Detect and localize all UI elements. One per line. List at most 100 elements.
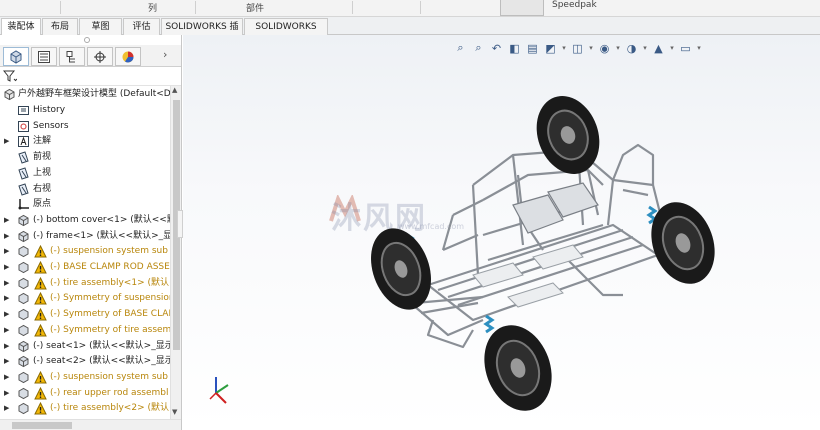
part-icon [18,356,29,368]
ribbon-speedpak-label[interactable]: Speedpak [552,0,597,14]
dimxpert-icon[interactable] [87,47,113,66]
tab-sketch[interactable]: 草图 [79,18,122,35]
expand-arrow-icon[interactable]: ▶ [4,291,9,306]
expand-arrow-icon[interactable]: ▶ [4,134,9,149]
filter-icon[interactable] [3,70,17,82]
subassembly-icon [18,277,29,289]
feature-manager-icon[interactable] [3,47,29,66]
tree-item-label: (-) frame<1> (默认<<默认>_显示 [33,230,170,241]
assembly-icon [4,88,15,101]
part-icon [18,214,29,226]
feature-manager-panel: › 户外越野车框架设计模型 (Default<De History Sensors… [0,35,182,430]
warning-icon [34,245,47,258]
ribbon-separator [352,1,353,14]
tree-item-label: (-) tire assembly<2> (默认< [50,403,170,414]
ribbon-partial-label[interactable]: 列 [148,1,157,15]
subassembly-icon [18,261,29,274]
expand-arrow-icon[interactable]: ▶ [4,386,9,401]
warning-icon [34,276,47,290]
plane-icon [18,151,29,164]
panel-tab-bar: › [0,45,181,67]
tree-item-label: (-) rear upper rod assembl [50,387,169,398]
expand-arrow-icon[interactable]: ▶ [4,229,9,244]
warning-icon [34,402,47,415]
expand-arrow-icon[interactable]: ▶ [4,401,9,416]
expand-arrow-icon[interactable]: ▶ [4,323,9,338]
tree-item-label: 注解 [33,136,52,147]
annotations-icon [18,136,29,148]
tab-assembly[interactable]: 装配体 [1,18,41,35]
expand-arrow-icon[interactable]: ▶ [4,276,9,291]
tire-rear-left [536,96,600,174]
expand-arrow-icon[interactable]: ▶ [4,213,9,228]
feature-tree: 户外越野车框架设计模型 (Default<De History Sensors ▶ 注… [0,86,170,419]
tree-item-label: (-) tire assembly<1> (默认< [50,277,170,288]
ribbon-separator [420,1,421,14]
expand-arrow-icon[interactable]: ▶ [4,339,9,354]
subassembly-icon [18,387,29,399]
scroll-down-icon[interactable]: ▼ [172,408,177,416]
warning-icon [34,292,47,305]
tab-solidworks-addins[interactable]: SOLIDWORKS 插件 [161,18,243,48]
expand-arrow-icon[interactable]: ▶ [4,370,9,385]
plane-icon [18,182,29,196]
scroll-thumb[interactable] [12,422,72,429]
tree-item-label: (-) seat<1> (默认<<默认>_显示状 [33,340,170,351]
floor-panels [472,244,584,308]
graphics-area[interactable]: ⌕ ⌕ ↶ ◧ ▤ ◩ ▾ ◫ ▾ ◉ ▾ ◑ ▾ ▲ ▾ ▭ ▾ 沐风网 www.mfcad.com [183,35,820,430]
command-ribbon: 列 部件 Speedpak [0,0,820,17]
history-folder-icon [18,106,29,115]
configuration-manager-icon[interactable] [59,47,85,66]
subassembly-icon [18,309,29,321]
tab-evaluate[interactable]: 评估 [123,18,160,35]
vehicle-model[interactable] [183,35,820,430]
tree-item-label: (-) bottom cover<1> (默认<<默 [33,214,170,225]
warning-icon [34,386,47,400]
scroll-up-icon[interactable]: ▲ [172,86,177,94]
vehicle-frame [411,143,665,349]
ribbon-active-command[interactable] [500,0,544,16]
panel-scroll-right-icon[interactable]: › [163,48,167,61]
tab-solidworks-mbd[interactable]: SOLIDWORKS MBD [244,18,328,48]
plane-icon [18,167,29,180]
warning-icon [34,323,47,337]
filter-bar [0,68,181,86]
command-manager-tabs: 装配体 布局 草图 评估 SOLIDWORKS 插件 SOLIDWORKS MB… [0,17,820,48]
tire-front-left [371,228,431,310]
expand-arrow-icon[interactable]: ▶ [4,244,9,259]
seats [512,182,599,234]
tree-item-label: (-) seat<2> (默认<<默认>_显示状 [33,356,170,367]
tree-item-label: History [33,105,66,115]
tree-item-label: (-) Symmetry of suspension [50,293,170,304]
property-manager-icon[interactable] [31,47,57,66]
tree-item-label: 上视 [33,167,52,178]
tree-item-label: Sensors [33,120,69,131]
tree-vertical-scrollbar[interactable]: ▲ ▼ [170,86,181,419]
expand-arrow-icon[interactable]: ▶ [4,354,9,369]
tree-root-label: 户外越野车框架设计模型 (Default<De [18,89,170,99]
subassembly-icon [18,246,29,258]
ribbon-separator [195,1,196,14]
panel-grip[interactable] [84,37,90,43]
tab-layout[interactable]: 布局 [42,18,78,35]
expand-arrow-icon[interactable]: ▶ [4,260,9,275]
warning-icon [34,370,47,384]
tree-item-label: (-) Symmetry of BASE CLAM [50,309,170,320]
ribbon-parts-label[interactable]: 部件 [246,1,264,15]
origin-icon [18,199,29,210]
suspension-springs [403,142,658,334]
expand-arrow-icon[interactable]: ▶ [4,307,9,322]
tree-item-label: 右视 [33,183,52,194]
subassembly-icon [18,293,29,305]
part-icon [18,230,29,242]
tree-item-label: 原点 [33,199,52,210]
tree-item-label: (-) BASE CLAMP ROD ASSE [50,262,170,272]
display-manager-icon[interactable] [115,47,141,66]
subassembly-icon [18,403,29,415]
sensors-icon [18,120,29,132]
warning-icon [34,261,47,274]
tree-horizontal-scrollbar[interactable] [0,419,181,430]
tree-item-label: (-) suspension system sub a [50,246,170,257]
tree-item-label: (-) Symmetry of tire assemb [50,324,170,335]
tree-item-label: (-) suspension system sub a [50,371,170,382]
